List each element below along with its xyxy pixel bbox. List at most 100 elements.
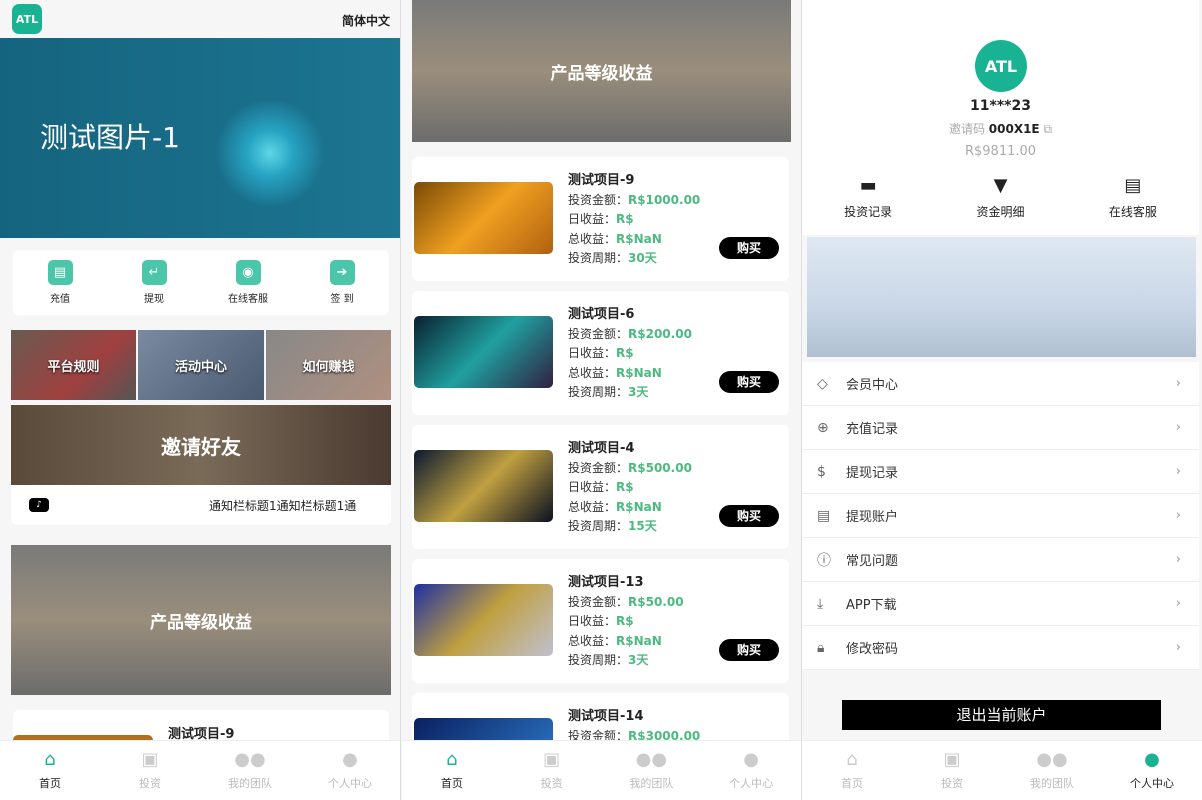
action-invest-records[interactable]: ▬ 投资记录 [802,175,934,220]
buy-button[interactable]: 购买 [719,237,779,259]
banner-carousel[interactable]: 测试图片-1 [0,38,400,274]
notice-bar[interactable]: ♪ 通知栏标题1通知栏标题1通 [11,485,391,525]
avatar: ATL [975,40,1027,92]
action-fund-details[interactable]: ▼ 资金明细 [934,175,1066,220]
tab-home[interactable]: ⌂ 首页 [802,741,902,800]
quick-label: 提现 [144,294,164,305]
product-card[interactable]: 测试项目-9 投资金额：R$1000.00 日收益：R$ 总收益：R$NaN 投资周期：… [412,157,789,281]
field-value: R$ [616,480,634,494]
product-name: 测试项目-9 [568,173,635,188]
tab-label: 投资 [941,777,963,790]
buy-button[interactable]: 购买 [719,505,779,527]
clipboard-icon: ▣ [543,749,561,770]
profile-menu: ◇ 会员中心 › ⊕ 充值记录 › $ 提现记录 › ▤ 提现账户 › ⓘ 常见问题 › ⤓ APP下载 › 🔒︎ 修… [802,362,1199,670]
product-total: 总收益：R$NaN [568,632,684,652]
field-value: R$50.00 [628,594,684,609]
product-level-banner[interactable]: 产品等级收益 [11,545,391,695]
invite-code-row: 邀请码 000X1E ⧉ [802,120,1199,137]
logout-button[interactable]: 退出当前账户 [842,700,1161,730]
tab-home[interactable]: ⌂ 首页 [402,741,502,800]
home-icon: ⌂ [44,749,56,770]
chevron-right-icon: › [1175,376,1181,391]
tile-how-to-earn[interactable]: 如何赚钱 [266,330,391,400]
banner-illustration [215,98,325,208]
invite-friends-banner[interactable]: 邀请好友 [11,405,391,485]
field-label: 投资金额： [568,594,629,609]
field-value: R$500.00 [628,460,692,475]
tab-invest[interactable]: ▣ 投资 [502,741,602,800]
quick-label: 签 到 [330,294,354,305]
menu-item[interactable]: ◇ 会员中心 › [802,362,1199,406]
chevron-right-icon: › [1175,420,1181,435]
quick-withdraw[interactable]: ↵ 提现 [107,250,201,315]
product-total: 总收益：R$NaN [568,230,700,250]
clipboard-icon: ▣ [141,749,159,770]
home-screen: ATL 简体中文 测试图片-1 ▤ 充值 ↵ 提现 ◉ 在线客服 ➔ 签 到 平台规则 … [0,0,401,800]
quick-recharge[interactable]: ▤ 充值 [13,250,107,315]
quick-support[interactable]: ◉ 在线客服 [201,250,295,315]
quick-checkin[interactable]: ➔ 签 到 [295,250,389,315]
field-value: R$NaN [616,365,662,380]
product-card[interactable]: 测试项目-13 投资金额：R$50.00 日收益：R$ 总收益：R$NaN 投资周期：3… [412,559,789,683]
menu-item[interactable]: ⊕ 充值记录 › [802,406,1199,450]
tab-label: 个人中心 [328,777,372,790]
profile-screen: ATL 11***23 邀请码 000X1E ⧉ R$9811.00 ▬ 投资记录… [801,0,1202,800]
user-icon: ● [743,749,759,770]
account-icon: ▤ [817,507,831,524]
action-online-support[interactable]: ▤ 在线客服 [1067,175,1199,220]
tab-label: 我的团队 [1030,777,1074,790]
field-label: 总收益： [568,499,617,514]
logo: ATL [12,4,42,34]
tab-label: 个人中心 [729,777,774,790]
menu-label: 常见问题 [846,554,899,569]
tile-activity-center[interactable]: 活动中心 [138,330,264,400]
product-card[interactable]: 测试项目-4 投资金额：R$500.00 日收益：R$ 总收益：R$NaN 投资周期：1… [412,425,789,549]
menu-item[interactable]: ▤ 提现账户 › [802,494,1199,538]
menu-item[interactable]: ⤓ APP下载 › [802,582,1199,626]
product-name: 测试项目-14 [568,709,644,724]
user-icon: ● [342,749,358,770]
language-selector[interactable]: 简体中文 [342,12,390,29]
field-label: 投资周期： [568,251,629,265]
withdraw-icon: ↵ [141,260,167,285]
tab-bar: ⌂ 首页 ▣ 投资 ●● 我的团队 ● 个人中心 [0,740,400,800]
field-label: 总收益： [568,231,617,246]
tab-profile[interactable]: ● 个人中心 [300,741,400,800]
field-label: 投资金额： [568,192,629,207]
buy-button[interactable]: 购买 [719,371,779,393]
menu-item[interactable]: $ 提现记录 › [802,450,1199,494]
recharge-icon: ▤ [47,260,73,285]
tab-team[interactable]: ●● 我的团队 [200,741,300,800]
tile-platform-rules[interactable]: 平台规则 [11,330,136,400]
field-label: 投资金额： [568,460,629,475]
tab-invest[interactable]: ▣ 投资 [902,741,1002,800]
chevron-right-icon: › [1175,596,1181,611]
tab-label: 首页 [841,777,863,790]
product-level-banner[interactable]: 产品等级收益 [412,0,791,142]
document-icon: ▤ [1124,175,1142,196]
product-info: 测试项目-6 投资金额：R$200.00 日收益：R$ 总收益：R$NaN 投资周期：3… [568,305,692,403]
buy-button[interactable]: 购买 [719,639,779,661]
tab-team[interactable]: ●● 我的团队 [602,741,702,800]
field-label: 投资周期： [568,519,629,533]
tab-home[interactable]: ⌂ 首页 [0,741,100,800]
menu-item[interactable]: ⓘ 常见问题 › [802,538,1199,582]
checkin-icon: ➔ [329,260,355,285]
tab-profile[interactable]: ● 个人中心 [701,741,801,800]
field-label: 总收益： [568,633,617,648]
menu-item[interactable]: 🔒︎ 修改密码 › [802,626,1199,670]
chevron-right-icon: › [1175,552,1181,567]
diamond-icon: ◇ [817,375,828,392]
product-card[interactable]: 测试项目-6 投资金额：R$200.00 日收益：R$ 总收益：R$NaN 投资周期：3… [412,291,789,415]
action-label: 投资记录 [844,205,893,219]
product-name: 测试项目-13 [568,575,644,590]
tab-profile[interactable]: ● 个人中心 [1102,741,1202,800]
tab-team[interactable]: ●● 我的团队 [1002,741,1102,800]
product-daily: 日收益：R$ [568,344,692,364]
menu-label: 会员中心 [846,378,899,393]
copy-icon[interactable]: ⧉ [1043,122,1052,136]
user-icon: ● [1144,749,1160,770]
field-label: 投资周期： [568,385,629,399]
tab-invest[interactable]: ▣ 投资 [100,741,200,800]
balance: R$9811.00 [964,144,1037,159]
